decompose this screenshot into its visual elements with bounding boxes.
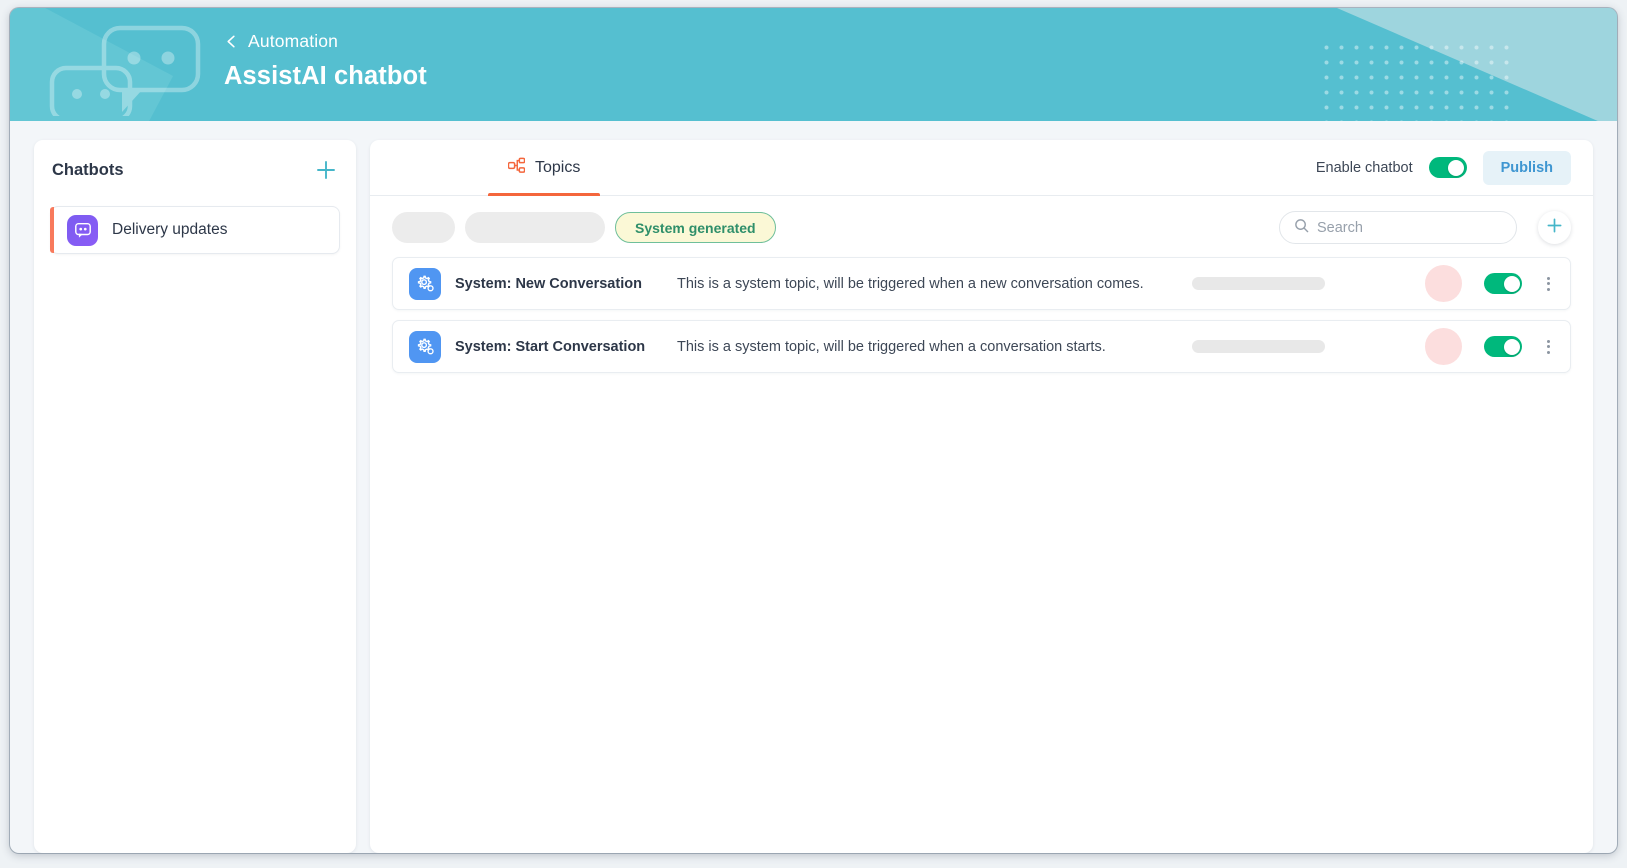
kebab-dot [1546, 276, 1550, 280]
topic-description: This is a system topic, will be triggere… [677, 338, 1106, 355]
filter-chip-system-generated[interactable]: System generated [615, 212, 776, 243]
page-header: Automation AssistAI chatbot [10, 8, 1617, 121]
toggle-knob [1503, 338, 1520, 355]
back-link-label: Automation [248, 31, 339, 51]
kebab-dot [1546, 345, 1550, 348]
toggle-knob [1448, 159, 1465, 176]
topic-enable-toggle[interactable] [1484, 273, 1522, 294]
sidebar-item-delivery-updates[interactable]: Delivery updates [50, 206, 340, 254]
topic-enable-toggle[interactable] [1484, 336, 1522, 357]
sidebar-item-label: Delivery updates [112, 221, 228, 238]
topic-list: System: New Conversation This is a syste… [370, 257, 1593, 373]
search-input[interactable] [1317, 219, 1504, 236]
kebab-dot [1546, 339, 1550, 343]
avatar [1425, 265, 1462, 302]
publish-button[interactable]: Publish [1482, 150, 1571, 185]
tab-topics[interactable]: Topics [488, 140, 601, 196]
table-row[interactable]: System: New Conversation This is a syste… [392, 257, 1571, 310]
topic-meta-placeholder [1192, 277, 1325, 290]
tab-label: Topics [535, 158, 581, 176]
toggle-knob [1503, 275, 1520, 292]
back-to-automation-link[interactable]: Automation [224, 31, 338, 52]
filters-row: System generated [392, 196, 1571, 257]
enable-chatbot-label: Enable chatbot [1315, 159, 1413, 176]
plus-icon [1546, 217, 1563, 239]
sidebar-header: Chatbots [50, 158, 340, 182]
kebab-menu-icon[interactable] [1538, 337, 1558, 357]
sidebar-title: Chatbots [52, 160, 124, 179]
search-icon [1294, 218, 1309, 238]
topic-meta-placeholder [1192, 340, 1325, 353]
avatar [1425, 328, 1462, 365]
search-box[interactable] [1279, 211, 1517, 244]
topic-name: System: Start Conversation [455, 338, 646, 355]
page-body: Chatbots Delivery updates Topics Enable … [10, 121, 1617, 853]
enable-chatbot-toggle[interactable] [1428, 157, 1467, 178]
tab-bar: Topics [370, 140, 601, 196]
kebab-dot [1546, 282, 1550, 285]
chatbots-sidebar: Chatbots Delivery updates [34, 140, 356, 853]
header-content: Automation AssistAI chatbot [10, 8, 1617, 91]
topbar-actions: Enable chatbot Publish [1315, 150, 1571, 185]
chatbot-list: Delivery updates [50, 206, 340, 254]
chevron-left-icon [224, 34, 239, 49]
topic-description: This is a system topic, will be triggere… [677, 275, 1144, 292]
add-topic-button[interactable] [1538, 211, 1571, 244]
page-title: AssistAI chatbot [224, 62, 427, 90]
app-window: Automation AssistAI chatbot Chatbots Del… [10, 8, 1617, 853]
kebab-dot [1546, 287, 1550, 291]
topic-name: System: New Conversation [455, 275, 642, 292]
table-row[interactable]: System: Start Conversation This is a sys… [392, 320, 1571, 373]
system-gear-icon [409, 330, 441, 363]
main-panel: Topics Enable chatbot Publish System gen… [370, 140, 1593, 853]
system-gear-icon [409, 267, 441, 300]
kebab-menu-icon[interactable] [1538, 274, 1558, 294]
topics-hierarchy-icon [507, 157, 526, 179]
kebab-dot [1546, 350, 1550, 354]
add-chatbot-plus-icon[interactable] [314, 158, 338, 182]
filter-chip-placeholder[interactable] [465, 212, 605, 243]
main-topbar: Topics Enable chatbot Publish [370, 140, 1593, 196]
filter-chip-placeholder[interactable] [392, 212, 455, 243]
chatbot-icon [67, 214, 98, 246]
